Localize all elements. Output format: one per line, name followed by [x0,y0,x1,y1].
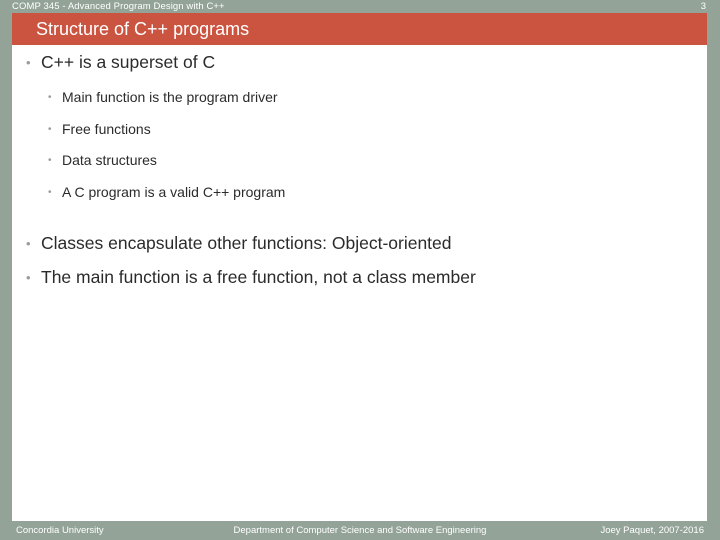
bullet-text: Main function is the program driver [62,89,278,105]
bullet-list: • C++ is a superset of C • Main function… [12,48,692,292]
bullet-marker-icon: • [26,55,31,70]
bullet-marker-icon: • [26,236,31,251]
footer-author: Joey Paquet, 2007-2016 [600,525,704,536]
bullet-item-level2: • Data structures [48,145,692,177]
bullet-marker-icon: • [48,155,52,166]
bullet-item-level1: • The main function is a free function, … [26,263,692,292]
course-header-label: COMP 345 - Advanced Program Design with … [12,1,225,12]
slide-number: 3 [700,1,706,12]
left-accent-band [0,0,12,540]
bullet-item-level2: • Free functions [48,114,692,146]
bullet-item-level2: • A C program is a valid C++ program [48,177,692,209]
bullet-item-level1: • C++ is a superset of C [26,48,692,77]
bullet-marker-icon: • [48,186,52,198]
bullet-marker-icon: • [48,92,52,103]
bullet-text: Classes encapsulate other functions: Obj… [41,233,452,253]
bullet-text: A C program is a valid C++ program [62,183,286,200]
slide-title: Structure of C++ programs [36,19,250,39]
slide-canvas: COMP 345 - Advanced Program Design with … [0,0,720,540]
bullet-marker-icon: • [48,123,52,135]
bullet-text: Free functions [62,120,151,137]
bullet-item-level1: • Classes encapsulate other functions: O… [26,229,692,258]
bullet-text: C++ is a superset of C [41,52,216,72]
bullet-text: The main function is a free function, no… [41,267,476,287]
bullet-item-level2: • Main function is the program driver [48,82,692,114]
bullet-marker-icon: • [26,270,31,285]
right-accent-band [707,0,720,540]
bullet-text: Data structures [62,152,157,168]
